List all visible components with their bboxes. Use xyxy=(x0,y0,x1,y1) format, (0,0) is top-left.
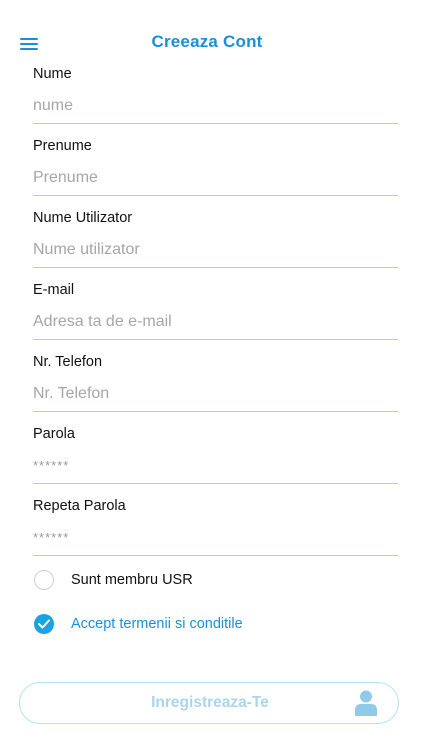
page-title: Creeaza Cont xyxy=(151,32,263,51)
field-underline xyxy=(33,267,398,268)
terms-label: Accept termenii si conditile xyxy=(71,616,243,632)
field-nume: Nume xyxy=(33,62,398,134)
field-label: Repeta Parola xyxy=(33,498,126,514)
field-telefon: Nr. Telefon xyxy=(33,350,398,422)
field-repeta-parola: Repeta Parola xyxy=(33,494,398,566)
terms-checkbox[interactable] xyxy=(34,614,54,634)
field-label: Parola xyxy=(33,426,75,442)
field-label: Nume xyxy=(33,66,72,82)
field-underline xyxy=(33,339,398,340)
field-prenume: Prenume xyxy=(33,134,398,206)
field-nume-utilizator: Nume Utilizator xyxy=(33,206,398,278)
usr-member-label: Sunt membru USR xyxy=(71,572,193,588)
email-input[interactable] xyxy=(33,308,398,336)
app-header: Creeaza Cont xyxy=(0,0,422,70)
field-underline xyxy=(33,195,398,196)
register-button-label: Inregistreaza-Te xyxy=(151,694,269,711)
password-input[interactable] xyxy=(33,452,398,480)
field-underline xyxy=(33,483,398,484)
register-button[interactable]: Inregistreaza-Te xyxy=(19,682,399,724)
usr-member-option[interactable]: Sunt membru USR xyxy=(34,568,193,592)
prenume-input[interactable] xyxy=(33,164,398,192)
repeat-password-input[interactable] xyxy=(33,524,398,552)
checkmark-icon xyxy=(38,619,50,629)
registration-form: Nume Prenume Nume Utilizator E-mail Nr. … xyxy=(33,62,398,566)
nume-input[interactable] xyxy=(33,92,398,120)
username-input[interactable] xyxy=(33,236,398,264)
terms-option[interactable]: Accept termenii si conditile xyxy=(34,612,243,636)
user-icon xyxy=(355,690,377,716)
phone-input[interactable] xyxy=(33,380,398,408)
field-label: Nume Utilizator xyxy=(33,210,133,226)
field-underline xyxy=(33,555,398,556)
field-email: E-mail xyxy=(33,278,398,350)
field-label: E-mail xyxy=(33,282,75,298)
field-underline xyxy=(33,123,398,124)
usr-member-checkbox[interactable] xyxy=(34,570,54,590)
field-underline xyxy=(33,411,398,412)
field-parola: Parola xyxy=(33,422,398,494)
field-label: Nr. Telefon xyxy=(33,354,103,370)
field-label: Prenume xyxy=(33,138,92,154)
